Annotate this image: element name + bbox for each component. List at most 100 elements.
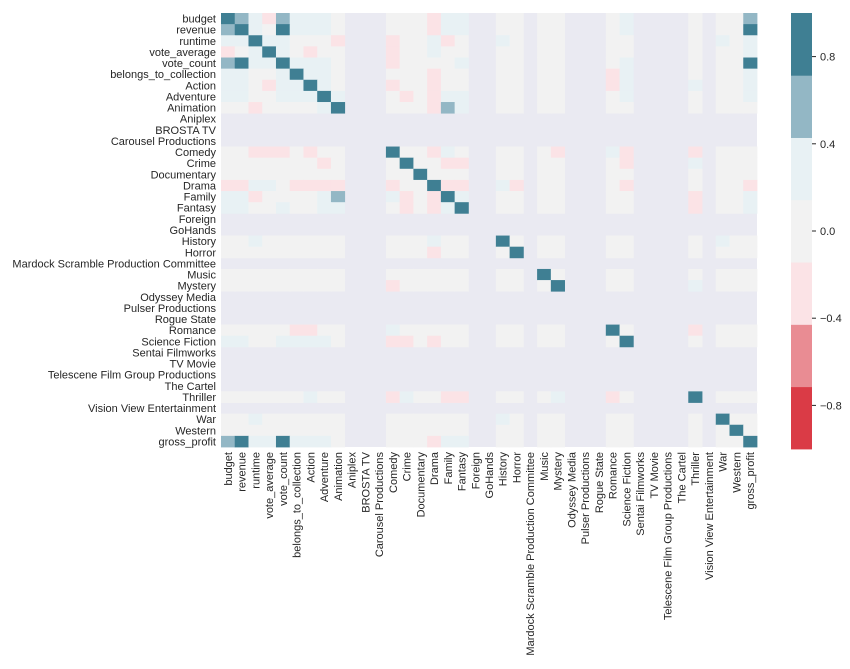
- heatmap-cell: [715, 246, 730, 259]
- heatmap-cell: [234, 90, 249, 103]
- heatmap-cell: [275, 235, 291, 248]
- heatmap-cell: [427, 191, 442, 203]
- heatmap-cell: [289, 13, 304, 25]
- heatmap-cell: [234, 324, 249, 337]
- heatmap-cell: [550, 268, 565, 281]
- heatmap-cell: [248, 202, 263, 214]
- heatmap-cell: [413, 46, 428, 58]
- heatmap-cell: [743, 90, 758, 103]
- heatmap-cell: [537, 68, 552, 81]
- heatmap-cell: [385, 324, 401, 337]
- heatmap-cell: [605, 157, 620, 170]
- heatmap-cell: [427, 268, 442, 281]
- heatmap-cell: [688, 191, 703, 203]
- heatmap-cell: [729, 235, 744, 248]
- heatmap-cell: [495, 202, 511, 214]
- heatmap-cell: [275, 324, 291, 337]
- heatmap-cell: [330, 435, 346, 448]
- heatmap-cell: [509, 191, 524, 203]
- heatmap-cell: [221, 391, 236, 403]
- x-tick-label: belongs_to_collection: [292, 452, 304, 558]
- heatmap-cell: [234, 435, 249, 448]
- y-tick-label: Mardock Scramble Production Committee: [12, 258, 216, 270]
- heatmap-cell: [509, 168, 524, 181]
- heatmap-cell: [537, 246, 552, 259]
- heatmap-cell: [303, 235, 318, 248]
- heatmap-cell: [248, 168, 263, 181]
- heatmap-cell: [509, 424, 524, 437]
- heatmap-cell: [262, 424, 277, 437]
- heatmap-cell: [248, 335, 263, 348]
- heatmap-cell: [619, 157, 634, 170]
- heatmap-cell: [440, 324, 456, 337]
- heatmap-cell: [495, 324, 511, 337]
- x-tick-label: War: [718, 452, 730, 472]
- heatmap-cell: [221, 13, 236, 25]
- heatmap-cell: [715, 79, 730, 92]
- heatmap-cell: [495, 246, 511, 259]
- heatmap-cell: [715, 435, 730, 448]
- heatmap-cell: [619, 324, 634, 337]
- heatmap-cell: [385, 57, 401, 70]
- heatmap-cell: [234, 168, 249, 181]
- heatmap-cell: [688, 435, 703, 448]
- heatmap-cell: [688, 268, 703, 281]
- heatmap-cell: [399, 335, 414, 348]
- heatmap-cell: [289, 90, 304, 103]
- heatmap-cell: [605, 146, 620, 159]
- heatmap-cell: [495, 35, 511, 47]
- heatmap-cell: [454, 268, 469, 281]
- x-tick-label: budget: [223, 452, 235, 486]
- heatmap-cell: [330, 413, 346, 426]
- heatmap-cell: [221, 168, 236, 181]
- heatmap-cell: [248, 179, 263, 192]
- heatmap-cell: [317, 324, 332, 337]
- heatmap-cell: [427, 46, 442, 58]
- heatmap-cell: [537, 235, 552, 248]
- heatmap-cell: [234, 102, 249, 114]
- heatmap-cell: [537, 35, 552, 47]
- heatmap-cell: [550, 157, 565, 170]
- heatmap-cell: [495, 268, 511, 281]
- heatmap-cell: [495, 435, 511, 448]
- heatmap-cell: [688, 57, 703, 70]
- heatmap-cell: [550, 102, 565, 114]
- heatmap-cell: [275, 191, 291, 203]
- heatmap-cell: [221, 24, 236, 36]
- heatmap-cell: [221, 157, 236, 170]
- heatmap-cell: [385, 246, 401, 259]
- heatmap-cell: [221, 179, 236, 192]
- heatmap-cell: [605, 235, 620, 248]
- heatmap-cell: [440, 24, 456, 36]
- heatmap-cell: [303, 335, 318, 348]
- heatmap-cell: [399, 246, 414, 259]
- heatmap-cell: [440, 179, 456, 192]
- heatmap-cell: [248, 68, 263, 81]
- heatmap-cell: [221, 191, 236, 203]
- heatmap-cell: [440, 424, 456, 437]
- heatmap-cell: [495, 90, 511, 103]
- heatmap-cell: [248, 280, 263, 292]
- heatmap-cell: [688, 235, 703, 248]
- heatmap-cell: [619, 280, 634, 292]
- heatmap-cell: [289, 57, 304, 70]
- heatmap-cell: [537, 46, 552, 58]
- heatmap-cell: [330, 13, 346, 25]
- heatmap-cell: [715, 268, 730, 281]
- heatmap-cell: [303, 324, 318, 337]
- heatmap-cell: [619, 146, 634, 159]
- heatmap-cell: [495, 391, 511, 403]
- heatmap-cell: [399, 179, 414, 192]
- heatmap-cell: [275, 391, 291, 403]
- heatmap-cell: [275, 90, 291, 103]
- heatmap-cell: [619, 68, 634, 81]
- heatmap-cell: [248, 146, 263, 159]
- heatmap-cell: [330, 324, 346, 337]
- heatmap-cell: [399, 157, 414, 170]
- heatmap-cell: [688, 246, 703, 259]
- heatmap-cell: [248, 435, 263, 448]
- heatmap-cell: [275, 157, 291, 170]
- heatmap-cell: [454, 102, 469, 114]
- heatmap-cell: [550, 90, 565, 103]
- heatmap-cell: [330, 168, 346, 181]
